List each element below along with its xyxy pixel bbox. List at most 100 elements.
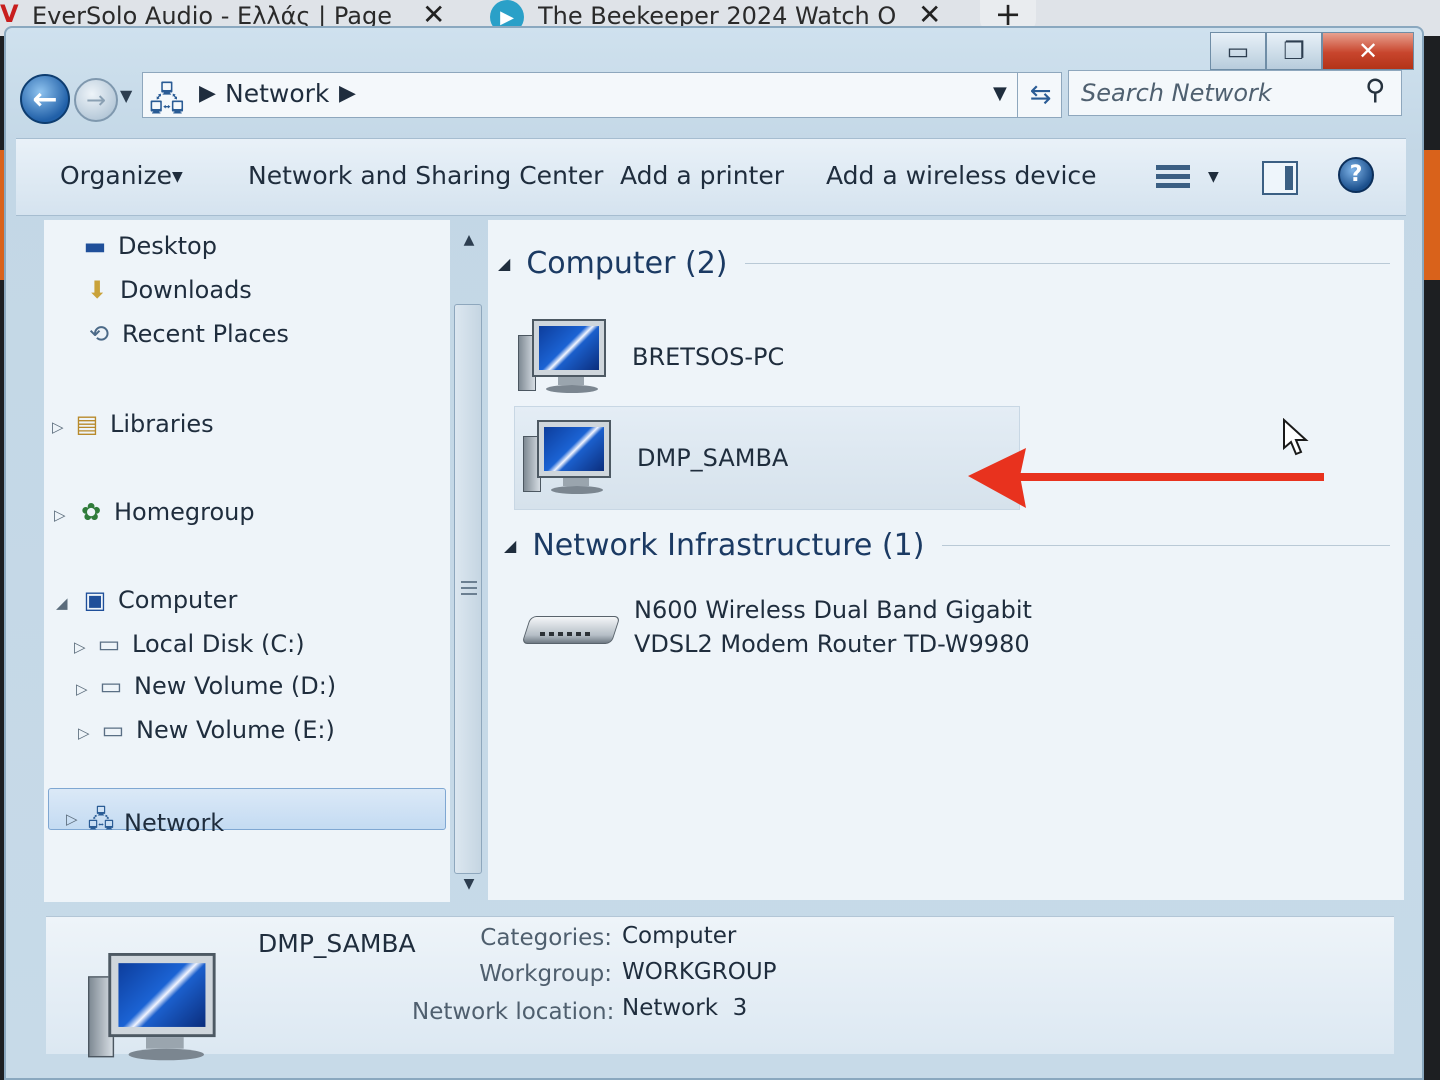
group-divider (942, 545, 1390, 546)
details-key-categories: Categories: (480, 925, 612, 951)
nav-item-label: Local Disk (C:) (132, 630, 305, 658)
nav-item-computer[interactable]: ▣ Computer (78, 586, 238, 614)
group-title: Network Infrastructure (1) (532, 528, 925, 563)
forward-arrow-icon: → (85, 86, 107, 114)
close-button[interactable]: ✕ (1322, 32, 1414, 70)
add-wireless-device-button[interactable]: Add a wireless device (826, 161, 1097, 190)
nav-item-libraries[interactable]: ▤ Libraries (70, 410, 214, 438)
drive-icon: ▭ (101, 716, 125, 744)
search-icon[interactable]: ⚲ (1365, 73, 1386, 106)
details-key-workgroup: Workgroup: (479, 961, 612, 987)
nav-item-label: Downloads (120, 276, 252, 304)
details-key-network-location: Network location: (412, 999, 615, 1025)
back-button[interactable]: ← (20, 74, 70, 124)
network-globe-icon: 🖧 (87, 805, 115, 833)
collapse-arrow-icon[interactable]: ◢ (56, 594, 68, 612)
collapse-group-icon[interactable]: ◢ (498, 254, 510, 273)
nav-item-label: Homegroup (114, 498, 255, 526)
nav-item-desktop[interactable]: ▬ Desktop (78, 232, 217, 260)
maximize-button[interactable]: ❐ (1266, 32, 1322, 70)
navigation-pane: ▬ Desktop ⬇ Downloads ⟲ Recent Places ▷ … (44, 220, 450, 902)
computer-icon (88, 953, 221, 1063)
details-value-workgroup: WORKGROUP (622, 959, 777, 985)
eversolo-favicon-icon: V (0, 0, 19, 28)
nav-item-label: Network (124, 808, 225, 837)
nav-item-new-volume-e[interactable]: ▭ New Volume (E:) (96, 716, 335, 744)
add-printer-button[interactable]: Add a printer (620, 161, 784, 190)
arrow-shaft (1018, 473, 1324, 481)
preview-pane-icon[interactable] (1262, 161, 1298, 195)
scroll-up-icon[interactable]: ▲ (452, 232, 486, 258)
content-pane: ◢ Computer (2) BRETSOS-PC DMP_SAMBA ◢ Ne… (488, 220, 1404, 900)
router-icon (521, 602, 621, 652)
network-sharing-center-button[interactable]: Network and Sharing Center (248, 161, 603, 190)
recent-places-icon: ⟲ (88, 320, 110, 348)
network-item-router[interactable]: N600 Wireless Dual Band Gigabit VDSL2 Mo… (521, 592, 1066, 662)
help-icon[interactable]: ? (1338, 157, 1374, 193)
downloads-icon: ⬇ (86, 276, 108, 304)
collapse-group-icon[interactable]: ◢ (504, 536, 516, 555)
search-input[interactable]: Search Network (1081, 79, 1272, 107)
scrollbar-thumb[interactable] (454, 304, 482, 874)
chevron-down-icon[interactable]: ▼ (1208, 169, 1219, 185)
libraries-icon: ▤ (75, 410, 99, 438)
search-box[interactable]: Search Network ⚲ (1068, 70, 1402, 116)
nav-scrollbar[interactable]: ▲ ▼ (452, 232, 486, 902)
expand-arrow-icon[interactable]: ▷ (76, 680, 88, 698)
details-value-categories: Computer (622, 923, 737, 949)
computer-icon (523, 420, 615, 496)
expand-arrow-icon[interactable]: ▷ (74, 638, 86, 656)
nav-item-downloads[interactable]: ⬇ Downloads (80, 276, 252, 304)
recent-pages-dropdown[interactable]: ▼ (120, 86, 132, 105)
network-item-bretsos-pc[interactable]: BRETSOS-PC (518, 312, 1024, 402)
details-device-name: DMP_SAMBA (258, 929, 416, 958)
arrow-head (968, 448, 1026, 508)
group-header-network-infrastructure[interactable]: ◢ Network Infrastructure (1) (504, 528, 1390, 563)
desktop-icon: ▬ (83, 232, 107, 260)
nav-item-label: New Volume (E:) (136, 716, 335, 744)
back-arrow-icon: ← (32, 81, 58, 117)
nav-item-local-disk-c[interactable]: ▭ Local Disk (C:) (92, 630, 305, 658)
nav-item-recent-places[interactable]: ⟲ Recent Places (82, 320, 289, 348)
breadcrumb-network[interactable]: Network (225, 79, 329, 108)
expand-arrow-icon[interactable]: ▷ (54, 506, 66, 524)
window-controls: ▭ ❐ ✕ (1210, 32, 1414, 70)
breadcrumb-separator-icon[interactable]: ▶ (339, 81, 356, 106)
homegroup-icon: ✿ (80, 498, 102, 526)
organize-button[interactable]: Organize (60, 161, 172, 190)
scroll-down-icon[interactable]: ▼ (452, 876, 486, 902)
expand-arrow-icon[interactable]: ▷ (52, 418, 64, 436)
chevron-down-icon[interactable]: ▼ (172, 169, 183, 185)
drive-icon: ▭ (97, 630, 121, 658)
refresh-icon[interactable]: ⇆ (1017, 73, 1063, 117)
nav-item-homegroup[interactable]: ✿ Homegroup (74, 498, 255, 526)
details-pane: DMP_SAMBA Categories: Computer Workgroup… (46, 916, 1394, 1061)
background-edge (1422, 150, 1440, 280)
address-bar[interactable]: 🖧 ▶ Network ▶ ▼ ⇆ (142, 72, 1062, 118)
network-item-dmp-samba[interactable]: DMP_SAMBA (514, 406, 1020, 510)
nav-item-label: Libraries (110, 410, 214, 438)
minimize-button[interactable]: ▭ (1210, 32, 1266, 70)
group-title: Computer (2) (526, 246, 728, 281)
nav-item-new-volume-d[interactable]: ▭ New Volume (D:) (94, 672, 337, 700)
red-arrow-annotation (968, 448, 1324, 508)
nav-item-label: Computer (118, 586, 238, 614)
nav-item-label: Desktop (118, 232, 217, 260)
drive-icon: ▭ (99, 672, 123, 700)
breadcrumb-separator-icon[interactable]: ▶ (199, 81, 216, 106)
forward-button[interactable]: → (74, 78, 118, 122)
nav-item-network[interactable]: 🖧 Network (84, 802, 225, 843)
details-value-network-location: Network 3 (622, 995, 748, 1021)
item-label: DMP_SAMBA (637, 444, 789, 472)
command-bar: Organize ▼ Network and Sharing Center Ad… (16, 138, 1406, 216)
computer-icon (518, 319, 610, 395)
item-label-line1: N600 Wireless Dual Band Gigabit (634, 596, 1032, 624)
change-view-icon[interactable] (1156, 161, 1190, 193)
group-divider (745, 263, 1390, 264)
expand-arrow-icon[interactable]: ▷ (78, 724, 90, 742)
expand-arrow-icon[interactable]: ▷ (66, 810, 78, 828)
group-header-computer[interactable]: ◢ Computer (2) (498, 246, 1390, 281)
computer-icon: ▣ (83, 586, 107, 614)
nav-item-label: New Volume (D:) (134, 672, 337, 700)
address-dropdown-icon[interactable]: ▼ (993, 83, 1007, 104)
